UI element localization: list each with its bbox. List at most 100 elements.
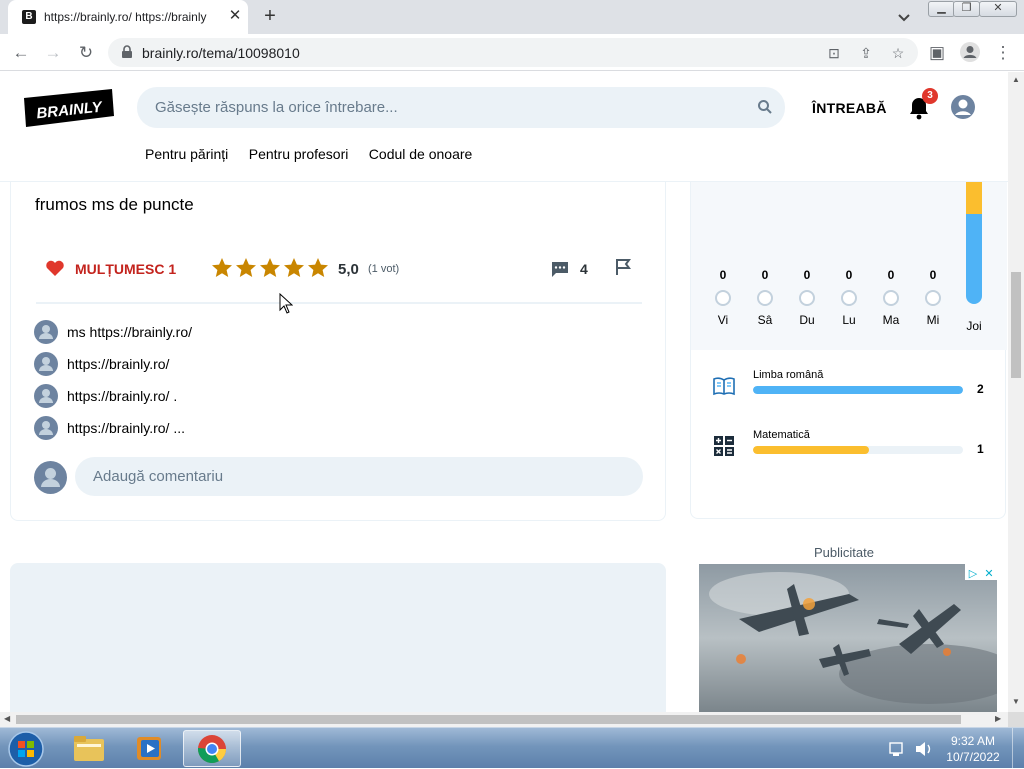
restore-button[interactable]: ❐ <box>953 1 980 17</box>
minimize-button[interactable]: ▁ <box>928 1 955 17</box>
day-circle <box>715 290 731 306</box>
day-column: 0 Sâ <box>757 268 773 327</box>
system-clock[interactable]: 9:32 AM 10/7/2022 <box>942 733 1004 765</box>
ask-question-button[interactable]: ÎNTREABĂ <box>812 100 887 116</box>
windows-taskbar: 9:32 AM 10/7/2022 <box>0 727 1024 769</box>
search-bar[interactable]: Găsește răspuns la orice întrebare... <box>137 87 785 128</box>
mouse-cursor-icon <box>279 293 293 314</box>
forward-arrow-icon[interactable]: → <box>42 42 64 64</box>
book-icon <box>713 377 735 396</box>
profile-icon[interactable] <box>959 41 981 63</box>
today-activity-bar-top <box>966 182 982 214</box>
report-flag-icon[interactable] <box>614 258 632 276</box>
horizontal-scroll-thumb[interactable] <box>16 715 961 724</box>
explorer-taskbar-button[interactable] <box>60 730 118 767</box>
star-icon[interactable] <box>259 257 281 279</box>
back-arrow-icon[interactable]: ← <box>10 42 32 64</box>
vertical-scrollbar[interactable]: ▲ ▼ <box>1008 72 1024 712</box>
add-comment-input[interactable]: Adaugă comentariu <box>75 457 643 496</box>
comment-text: https://brainly.ro/ ... <box>67 420 186 436</box>
translate-icon[interactable]: ⊡ <box>824 43 844 63</box>
subject-progress-fill <box>753 446 869 454</box>
tab-search-icon[interactable] <box>895 8 913 26</box>
lock-icon <box>122 45 132 58</box>
day-column: 0 Du <box>799 268 815 327</box>
chrome-menu-icon[interactable]: ⋮ <box>992 42 1014 64</box>
subject-name: Limba română <box>753 369 824 381</box>
brainly-favicon: B <box>22 10 36 24</box>
subject-name: Matematică <box>753 429 810 441</box>
ad-label: Publicitate <box>814 545 874 560</box>
current-user-avatar-icon <box>34 461 67 494</box>
comment-text: https://brainly.ro/ <box>67 356 170 372</box>
thanks-label: MULȚUMESC 1 <box>75 261 177 277</box>
nav-honor-code-link[interactable]: Codul de onoare <box>369 146 473 162</box>
commenter-avatar-icon[interactable] <box>34 416 58 440</box>
site-nav: Pentru părinți Pentru profesori Codul de… <box>145 146 488 164</box>
star-icon[interactable] <box>235 257 257 279</box>
side-panel-icon[interactable]: ▣ <box>926 42 948 64</box>
search-placeholder: Găsește răspuns la orice întrebare... <box>155 99 398 116</box>
day-column: 0 Vi <box>708 268 738 327</box>
day-circle <box>799 290 815 306</box>
subject-progress-track <box>753 446 963 454</box>
subject-count: 2 <box>977 382 984 396</box>
subject-row: Limba română 2 <box>713 369 993 403</box>
vertical-scroll-thumb[interactable] <box>1011 272 1021 378</box>
search-icon[interactable] <box>757 99 773 115</box>
subject-row: Matematică 1 <box>713 429 993 463</box>
day-column: 0 Ma <box>882 268 900 327</box>
ad-controls: ▷ ✕ <box>965 564 997 580</box>
adchoices-icon[interactable]: ▷ <box>965 566 981 582</box>
brainly-logo[interactable]: BRAINLY <box>24 89 114 127</box>
scroll-down-arrow-icon[interactable]: ▼ <box>1012 698 1020 706</box>
scroll-left-arrow-icon[interactable]: ◀ <box>4 715 12 723</box>
media-player-icon <box>137 737 161 760</box>
share-icon[interactable]: ⇪ <box>856 43 876 63</box>
scrollbar-corner <box>1008 712 1024 727</box>
system-tray-icons[interactable] <box>888 739 934 759</box>
answer-text: frumos ms de puncte <box>35 195 194 214</box>
new-tab-button[interactable]: + <box>258 5 282 29</box>
horizontal-scrollbar[interactable]: ◀ ▶ <box>0 712 1008 727</box>
ad-close-icon[interactable]: ✕ <box>981 566 997 582</box>
browser-toolbar: ← → ↻ brainly.ro/tema/10098010 ⊡ ⇪ ☆ ▣ ⋮ <box>0 34 1024 71</box>
comments-count: 4 <box>580 261 588 277</box>
site-header: BRAINLY Găsește răspuns la orice întreba… <box>0 72 1008 182</box>
clock-date: 10/7/2022 <box>946 750 1000 764</box>
nav-teachers-link[interactable]: Pentru profesori <box>249 146 349 162</box>
star-icon[interactable] <box>307 257 329 279</box>
day-column: 0 Lu <box>841 268 857 327</box>
chrome-taskbar-button[interactable] <box>183 730 241 767</box>
media-player-taskbar-button[interactable] <box>121 730 179 767</box>
browser-tab[interactable]: B https://brainly.ro/ https://brainly ✕ <box>8 0 248 34</box>
reload-icon[interactable]: ↻ <box>75 42 97 64</box>
rating-stars[interactable] <box>211 257 331 279</box>
star-icon[interactable] <box>283 257 305 279</box>
nav-parents-link[interactable]: Pentru părinți <box>145 146 228 162</box>
commenter-avatar-icon[interactable] <box>34 352 58 376</box>
bookmark-star-icon[interactable]: ☆ <box>888 43 908 63</box>
chrome-icon <box>198 735 226 763</box>
tab-close-icon[interactable]: ✕ <box>226 7 244 25</box>
browser-tab-strip: B https://brainly.ro/ https://brainly ✕ … <box>0 0 1024 34</box>
commenter-avatar-icon[interactable] <box>34 320 58 344</box>
page-viewport: BRAINLY Găsește răspuns la orice întreba… <box>0 72 1008 712</box>
show-desktop-button[interactable] <box>1012 728 1024 769</box>
comments-icon[interactable] <box>551 260 569 278</box>
user-avatar-icon[interactable] <box>950 94 976 120</box>
scroll-up-arrow-icon[interactable]: ▲ <box>1012 76 1020 84</box>
scroll-right-arrow-icon[interactable]: ▶ <box>995 715 1003 723</box>
address-bar[interactable]: brainly.ro/tema/10098010 ⊡ ⇪ ☆ <box>108 38 918 67</box>
commenter-avatar-icon[interactable] <box>34 384 58 408</box>
close-window-button[interactable]: ✕ <box>979 1 1017 17</box>
advertisement-image[interactable]: ▷ ✕ <box>699 564 997 712</box>
subject-progress-fill <box>753 386 963 394</box>
comment-text: https://brainly.ro/ . <box>67 388 178 404</box>
next-answer-card-placeholder <box>10 563 666 712</box>
windows-start-icon[interactable] <box>6 730 46 768</box>
clock-time: 9:32 AM <box>950 734 996 748</box>
star-icon[interactable] <box>211 257 233 279</box>
activity-stats-widget: 0 Vi 0 Sâ 0 Du 0 Lu 0 Ma 0 Mi Joi Limba … <box>690 182 1007 519</box>
notification-badge: 3 <box>922 88 938 104</box>
